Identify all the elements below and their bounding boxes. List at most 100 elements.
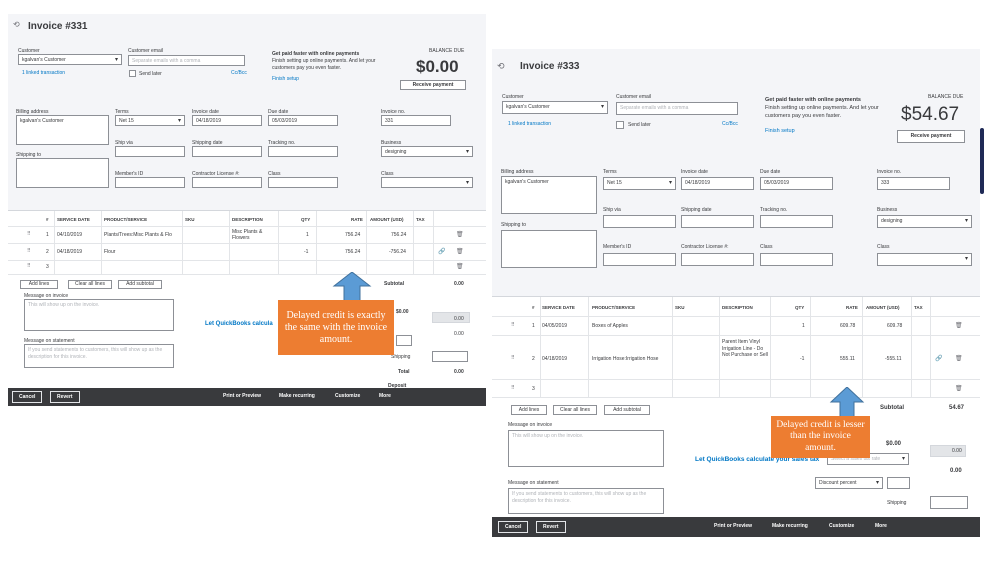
col-service-date: SERVICE DATE: [542, 305, 575, 310]
message-invoice-label: Message on invoice: [508, 422, 553, 428]
ship-via-input[interactable]: [603, 215, 676, 228]
class-input[interactable]: [268, 177, 338, 188]
revert-button[interactable]: Revert: [50, 391, 80, 403]
discount-input[interactable]: [887, 477, 910, 489]
customer-email-input[interactable]: Separate emails with a comma: [616, 102, 738, 115]
trash-icon[interactable]: 🗑: [456, 248, 464, 255]
left-up-arrow: [332, 272, 372, 302]
col-description: DESCRIPTION: [232, 217, 263, 222]
invoice-no-input[interactable]: 331: [381, 115, 451, 126]
members-id-input[interactable]: [603, 253, 676, 266]
more-button[interactable]: More: [875, 523, 887, 529]
drag-handle-icon[interactable]: ⠿: [511, 355, 515, 361]
due-date-label: Due date: [760, 169, 781, 175]
link-icon[interactable]: 🔗: [438, 248, 445, 255]
trash-icon[interactable]: 🗑: [955, 355, 963, 362]
discount-select[interactable]: Discount percent: [815, 477, 883, 489]
contractor-license-input[interactable]: [192, 177, 262, 188]
cancel-button[interactable]: Cancel: [12, 391, 43, 403]
message-statement-input[interactable]: If you send statements to customers, thi…: [24, 344, 174, 368]
shipping-date-input[interactable]: [192, 146, 262, 157]
online-payments-text: Finish setting up online payments. And l…: [765, 105, 879, 119]
make-recurring-button[interactable]: Make recurring: [279, 393, 315, 399]
terms-select[interactable]: Net 15: [115, 115, 185, 126]
discount-input[interactable]: [396, 335, 412, 346]
subtotal-value: 54.67: [949, 405, 965, 411]
finish-setup-link[interactable]: Finish setup: [765, 128, 795, 134]
shipping-date-label: Shipping date: [681, 207, 712, 213]
quickbooks-calculate-link[interactable]: Let QuickBooks calcula: [205, 321, 273, 327]
customize-button[interactable]: Customize: [335, 393, 360, 399]
add-subtotal-button[interactable]: Add subtotal: [118, 280, 162, 289]
terms-select[interactable]: Net 15: [603, 177, 676, 190]
trash-icon[interactable]: 🗑: [955, 385, 963, 392]
due-date-input[interactable]: 05/03/2019: [268, 115, 338, 126]
print-preview-button[interactable]: Print or Preview: [714, 523, 752, 529]
invoice-no-input[interactable]: 333: [877, 177, 950, 190]
send-later-checkbox[interactable]: [616, 121, 624, 129]
history-icon[interactable]: ⟲: [497, 61, 505, 72]
make-recurring-button[interactable]: Make recurring: [772, 523, 808, 529]
col-sku: SKU: [675, 305, 685, 310]
trash-icon[interactable]: 🗑: [456, 231, 464, 238]
drag-handle-icon[interactable]: ⠿: [511, 385, 515, 391]
due-date-input[interactable]: 05/03/2019: [760, 177, 833, 190]
shipping-date-input[interactable]: [681, 215, 754, 228]
linked-transaction-link[interactable]: 1 linked transaction: [22, 70, 65, 76]
shipping-input[interactable]: [432, 351, 468, 362]
members-id-input[interactable]: [115, 177, 185, 188]
drag-handle-icon[interactable]: ⠿: [27, 248, 31, 254]
trash-icon[interactable]: 🗑: [456, 263, 464, 270]
customer-email-label: Customer email: [128, 48, 164, 54]
business-select[interactable]: designing: [381, 146, 473, 157]
add-subtotal-button[interactable]: Add subtotal: [604, 405, 650, 415]
tracking-no-input[interactable]: [268, 146, 338, 157]
customer-select[interactable]: kgalvan's Customer: [18, 54, 122, 65]
revert-button[interactable]: Revert: [536, 521, 566, 533]
message-invoice-input[interactable]: This will show up on the invoice.: [508, 430, 664, 467]
invoice-date-input[interactable]: 04/18/2019: [192, 115, 262, 126]
business-select[interactable]: designing: [877, 215, 972, 228]
clear-all-lines-button[interactable]: Clear all lines: [68, 280, 112, 289]
print-preview-button[interactable]: Print or Preview: [223, 393, 261, 399]
receive-payment-button[interactable]: Receive payment: [897, 130, 965, 143]
invoice-date-input[interactable]: 04/18/2019: [681, 177, 754, 190]
more-button[interactable]: More: [379, 393, 391, 399]
history-icon[interactable]: ⟲: [13, 20, 20, 29]
customize-button[interactable]: Customize: [829, 523, 854, 529]
tax-input[interactable]: [432, 312, 470, 323]
billing-address-input[interactable]: kgalvan's Customer: [501, 176, 597, 214]
shipping-to-input[interactable]: [16, 158, 109, 188]
class-input[interactable]: [760, 253, 833, 266]
finish-setup-link[interactable]: Finish setup: [272, 76, 299, 82]
trash-icon[interactable]: 🗑: [955, 322, 963, 329]
receive-payment-button[interactable]: Receive payment: [400, 80, 466, 90]
cancel-button[interactable]: Cancel: [498, 521, 529, 533]
col-tax: TAX: [914, 305, 923, 310]
drag-handle-icon[interactable]: ⠿: [511, 322, 515, 328]
customer-select[interactable]: kgalvan's Customer: [502, 101, 608, 114]
cc-bcc-link[interactable]: Cc/Bcc: [231, 70, 247, 76]
message-statement-input[interactable]: If you send statements to customers, thi…: [508, 488, 664, 514]
drag-handle-icon[interactable]: ⠿: [27, 231, 31, 237]
billing-address-input[interactable]: kgalvan's Customer: [16, 115, 109, 145]
contractor-license-input[interactable]: [681, 253, 754, 266]
linked-transaction-link[interactable]: 1 linked transaction: [508, 121, 551, 127]
class-select[interactable]: [877, 253, 972, 266]
class-select[interactable]: [381, 177, 473, 188]
ship-via-input[interactable]: [115, 146, 185, 157]
link-icon[interactable]: 🔗: [935, 355, 942, 362]
clear-all-lines-button[interactable]: Clear all lines: [553, 405, 597, 415]
cc-bcc-link[interactable]: Cc/Bcc: [722, 121, 738, 127]
shipping-to-input[interactable]: [501, 230, 597, 268]
add-lines-button[interactable]: Add lines: [20, 280, 58, 289]
tracking-no-input[interactable]: [760, 215, 833, 228]
send-later-checkbox[interactable]: [129, 70, 136, 77]
drag-handle-icon[interactable]: ⠿: [27, 263, 31, 269]
add-lines-button[interactable]: Add lines: [511, 405, 547, 415]
contractor-license-label: Contractor License #:: [681, 244, 729, 250]
shipping-input[interactable]: [930, 496, 968, 509]
col-rate: RATE: [846, 305, 858, 310]
message-invoice-input[interactable]: This will show up on the invoice.: [24, 299, 174, 331]
customer-email-input[interactable]: Separate emails with a comma: [128, 55, 245, 66]
